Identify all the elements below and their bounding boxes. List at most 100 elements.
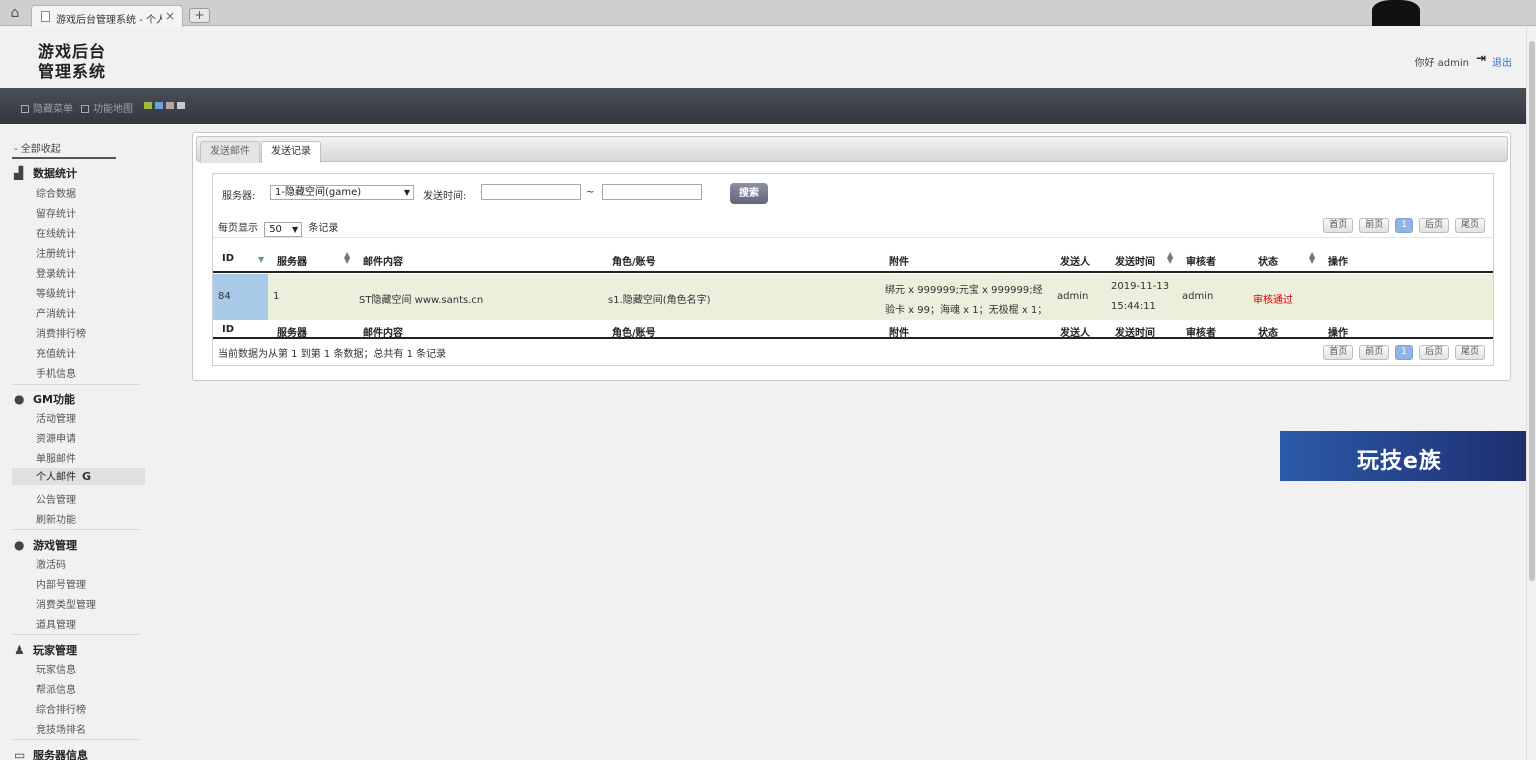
sort-icon[interactable]: ▲ ▼	[344, 251, 350, 265]
sidebar-item-personal-mail[interactable]: 个人邮件 G	[12, 468, 145, 485]
sidebar: - 全部收起 ▟ 数据统计 综合数据 留存统计 在线统计 注册统计 登录统计 等级…	[0, 124, 146, 760]
sidebar-item-arena-rank[interactable]: 竞技场排名	[36, 721, 86, 736]
sort-icon[interactable]: ▲ ▼	[1167, 251, 1173, 265]
theme-swatch-blue[interactable]	[155, 102, 163, 109]
sidebar-item-production[interactable]: 产消统计	[36, 305, 76, 320]
sidebar-item-items[interactable]: 道具管理	[36, 616, 76, 631]
tab-send-mail[interactable]: 发送邮件	[200, 141, 260, 163]
per-page-suffix: 条记录	[308, 223, 339, 234]
last-page-button[interactable]: 尾页	[1454, 218, 1485, 233]
home-icon[interactable]: ⌂	[6, 5, 24, 21]
column-header-attachment[interactable]: 附件	[889, 253, 909, 268]
column-header-status[interactable]: 状态	[1258, 253, 1278, 268]
sort-icon[interactable]: ▲ ▼	[1309, 251, 1315, 265]
column-header-server[interactable]: 服务器	[277, 253, 307, 268]
monitor-icon: ▭	[14, 748, 26, 760]
logout-link[interactable]: 退出	[1492, 54, 1512, 69]
column-header-send-time[interactable]: 发送时间	[1115, 253, 1155, 268]
hide-menu-button[interactable]: 隐藏菜单	[21, 100, 73, 115]
column-footer-role: 角色/账号	[612, 328, 656, 339]
sidebar-group-gm[interactable]: ● GM功能	[14, 391, 75, 407]
cell-server: 1	[273, 291, 280, 302]
theme-swatch-red[interactable]	[166, 102, 174, 109]
start-time-input[interactable]	[481, 184, 581, 200]
column-header-reviewer[interactable]: 审核者	[1186, 253, 1216, 268]
grid-icon	[21, 105, 29, 113]
browser-tab-title: 游戏后台管理系统 - 个人	[56, 15, 162, 26]
collapse-all-link[interactable]: - 全部收起	[14, 140, 61, 155]
last-page-button[interactable]: 尾页	[1454, 345, 1485, 360]
sidebar-item-guild-info[interactable]: 帮派信息	[36, 681, 76, 696]
divider	[12, 529, 140, 530]
theme-swatch-green[interactable]	[144, 102, 152, 109]
sidebar-item-internal-account[interactable]: 内部号管理	[36, 576, 86, 591]
user-icon: ♟	[14, 643, 25, 657]
sidebar-group-data-stats[interactable]: ▟ 数据统计	[14, 165, 77, 181]
column-header-action: 操作	[1328, 257, 1348, 268]
column-header-content[interactable]: 邮件内容	[363, 253, 403, 268]
sidebar-item-recharge[interactable]: 充值统计	[36, 345, 76, 360]
function-map-button[interactable]: 功能地图	[81, 100, 133, 115]
column-header-role[interactable]: 角色/账号	[612, 253, 656, 268]
sidebar-item-retention[interactable]: 留存统计	[36, 205, 76, 220]
current-page-button[interactable]: 1	[1395, 345, 1413, 360]
per-page-prefix: 每页显示	[218, 223, 258, 234]
browser-tab[interactable]: 游戏后台管理系统 - 个人 ×	[31, 5, 183, 27]
search-button[interactable]: 搜索	[730, 183, 768, 204]
sidebar-group-game[interactable]: ● 游戏管理	[14, 537, 77, 553]
sidebar-item-player-info[interactable]: 玩家信息	[36, 661, 76, 676]
column-header-sender[interactable]: 发送人	[1060, 253, 1090, 268]
browser-tabstrip: ⌂ 游戏后台管理系统 - 个人 × +	[0, 0, 1536, 27]
sidebar-item-login[interactable]: 登录统计	[36, 265, 76, 280]
new-tab-button[interactable]: +	[189, 8, 210, 23]
sidebar-item-spending-type[interactable]: 消费类型管理	[36, 596, 96, 611]
cell-attachment-line-1: 绑元 x 999999;元宝 x 999999;经	[885, 285, 1043, 296]
hide-menu-label: 隐藏菜单	[33, 104, 73, 115]
close-icon[interactable]: ×	[165, 9, 175, 23]
divider	[12, 384, 140, 385]
sidebar-item-refresh[interactable]: 刷新功能	[36, 511, 76, 526]
end-time-input[interactable]	[602, 184, 702, 200]
sidebar-item-overview[interactable]: 综合数据	[36, 185, 76, 200]
scrollbar-thumb[interactable]	[1529, 41, 1535, 581]
sidebar-group-players[interactable]: ♟ 玩家管理	[14, 642, 77, 658]
first-page-button[interactable]: 首页	[1323, 218, 1354, 233]
bar-chart-icon: ▟	[14, 166, 24, 180]
table-row[interactable]: 84 1 ST隐藏空间 www.sants.cn s1.隐藏空间(角色名字) 绑…	[213, 274, 1493, 320]
sidebar-group-server-info[interactable]: ▭ 服务器信息	[14, 747, 88, 760]
server-select-value: 1-隐藏空间(game)	[275, 187, 362, 198]
main-panel: 发送邮件 发送记录 服务器: 1-隐藏空间(game) ▼ 发送时间: ~ 搜索 …	[192, 132, 1511, 381]
sidebar-item-register[interactable]: 注册统计	[36, 245, 76, 260]
current-page-button[interactable]: 1	[1395, 218, 1413, 233]
prev-page-button[interactable]: 前页	[1359, 345, 1390, 360]
first-page-button[interactable]: 首页	[1323, 345, 1354, 360]
tab-send-records[interactable]: 发送记录	[261, 141, 321, 163]
sidebar-group-label: 服务器信息	[33, 749, 88, 760]
sidebar-item-activity[interactable]: 活动管理	[36, 410, 76, 425]
theme-swatch-gray[interactable]	[177, 102, 185, 109]
cell-content: ST隐藏空间 www.sants.cn	[359, 295, 484, 306]
sidebar-item-overall-rank[interactable]: 综合排行榜	[36, 701, 86, 716]
per-page-select[interactable]: 50 ▼	[264, 222, 303, 237]
sidebar-item-activation-code[interactable]: 激活码	[36, 556, 66, 571]
cell-status: 审核通过	[1253, 295, 1293, 306]
sidebar-item-announcement[interactable]: 公告管理	[36, 491, 76, 506]
page-scrollbar[interactable]	[1526, 27, 1536, 760]
sidebar-item-online[interactable]: 在线统计	[36, 225, 76, 240]
logout-icon[interactable]: ⇥	[1476, 52, 1488, 64]
panel-tabbar: 发送邮件 发送记录	[196, 136, 1508, 163]
sidebar-item-spending-rank[interactable]: 消费排行榜	[36, 325, 86, 340]
next-page-button[interactable]: 后页	[1418, 345, 1449, 360]
column-header-id[interactable]: ID	[222, 253, 234, 264]
records-summary: 当前数据为从第 1 到第 1 条数据；总共有 1 条记录	[218, 349, 447, 360]
sort-asc-icon[interactable]: ▼	[258, 256, 264, 264]
sidebar-item-phone-info[interactable]: 手机信息	[36, 365, 76, 380]
prev-page-button[interactable]: 前页	[1359, 218, 1390, 233]
sidebar-item-resource-request[interactable]: 资源申请	[36, 430, 76, 445]
per-page-control: 每页显示 50 ▼ 条记录	[218, 219, 339, 237]
next-page-button[interactable]: 后页	[1418, 218, 1449, 233]
time-range-separator: ~	[586, 187, 595, 198]
sidebar-item-server-mail[interactable]: 单服邮件	[36, 450, 76, 465]
server-select[interactable]: 1-隐藏空间(game) ▼	[270, 185, 414, 200]
sidebar-item-level[interactable]: 等级统计	[36, 285, 76, 300]
